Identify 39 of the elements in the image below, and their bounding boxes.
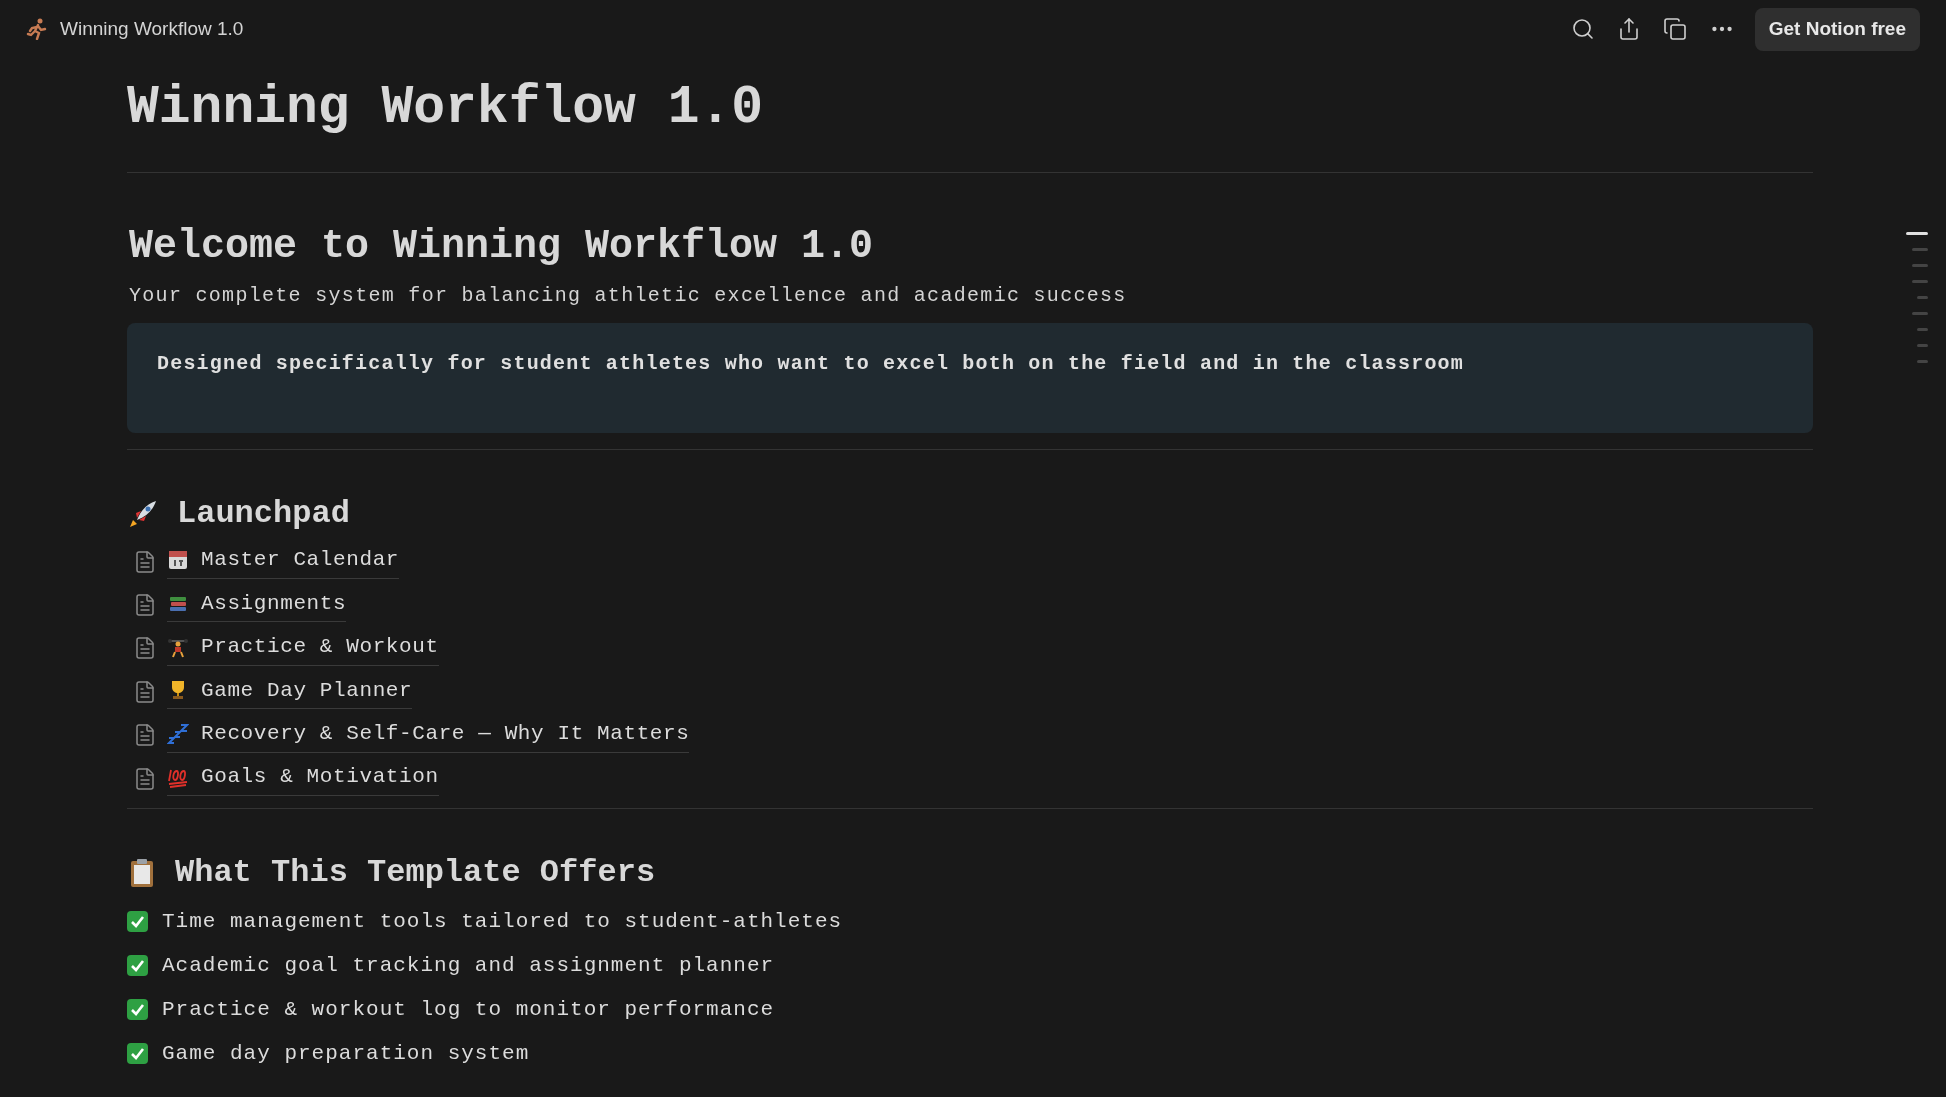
page-title: Winning Workflow 1.0 [127,77,765,140]
outline-marker[interactable] [1917,328,1928,331]
page-icon [133,723,157,748]
search-icon[interactable] [1570,17,1595,41]
outline-marker[interactable] [1912,248,1928,251]
feature-text: Practice & workout log to monitor performance [162,996,775,1023]
page-link[interactable]: Goals & Motivation [167,761,439,796]
feature-text: Time management tools tailored to student-athletes [162,908,843,935]
page-link[interactable]: Practice & Workout [167,631,439,666]
page-link[interactable]: Master Calendar [167,544,400,579]
calendar-icon [167,549,189,572]
runner-icon [26,18,48,40]
outline-marker[interactable] [1912,280,1928,283]
page-link[interactable]: Assignments [167,587,347,623]
duplicate-icon[interactable] [1662,17,1687,41]
section-heading: What This Template Offers [175,853,656,894]
outline-marker[interactable] [1906,232,1928,235]
page-icon [133,636,157,661]
page-icon [133,766,157,791]
subtitle-text: Your complete system for balancing athletic excellence and academic success [129,283,1128,309]
section-heading: Launchpad [177,494,350,534]
outline-marker[interactable] [1917,296,1928,299]
outline-marker[interactable] [1917,344,1928,347]
section-heading: Welcome to Winning Workflow 1.0 [129,223,875,271]
page-breadcrumb[interactable]: Winning Workflow 1.0 [60,14,244,44]
callout-text: Designed specifically for student athletes who want to excel both on the field and in the classroom [157,352,1464,375]
outline-marker[interactable] [1917,360,1928,363]
page-icon [133,679,157,704]
page-icon [133,549,157,574]
outline-marker[interactable] [1912,264,1928,267]
page-icon [133,593,157,618]
rocket-icon [127,498,159,530]
get-notion-button[interactable]: Get Notion free [1754,7,1920,51]
sleep-icon [167,722,189,745]
page-link[interactable]: Game Day Planner [167,674,413,710]
page-link[interactable]: Recovery & Self-Care — Why It Matters [167,718,690,753]
feature-text: Game day preparation system [162,1040,530,1067]
feature-text: Academic goal tracking and assignment planner [162,952,775,979]
outline-marker[interactable] [1912,312,1928,315]
